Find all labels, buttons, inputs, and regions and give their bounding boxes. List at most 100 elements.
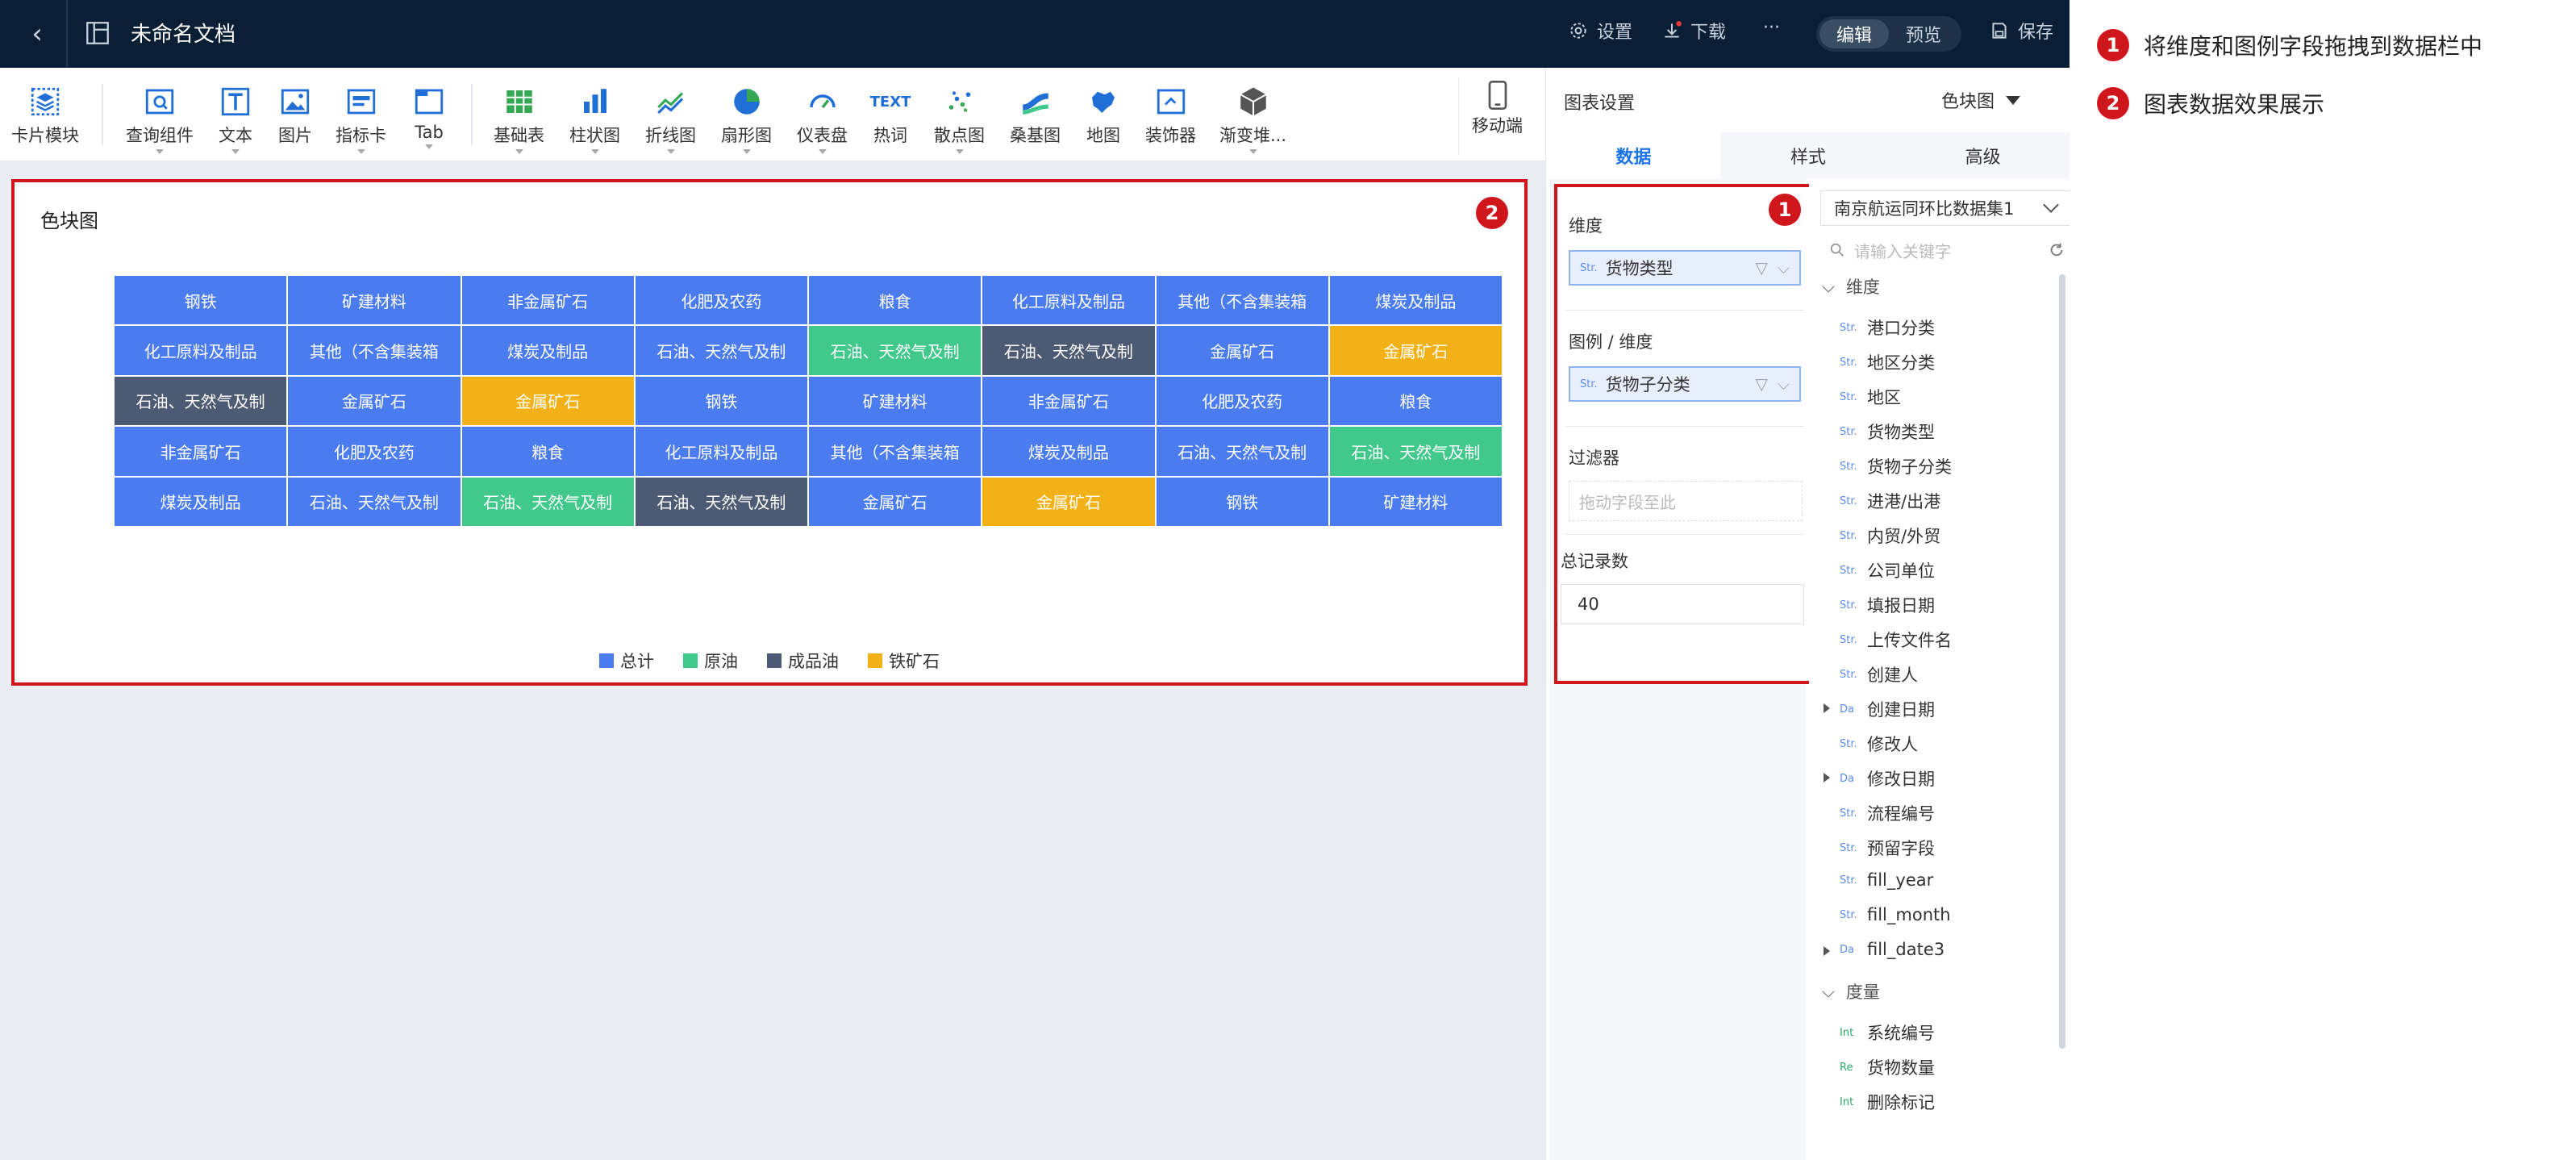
heatmap-cell[interactable]: 钢铁 <box>635 376 807 426</box>
tree-field-item[interactable]: Str. 港口分类 <box>1840 315 1935 340</box>
heatmap-cell[interactable]: 非金属矿石 <box>982 376 1155 426</box>
tool-decorator[interactable]: 装饰器 <box>1145 84 1196 147</box>
heatmap-cell[interactable]: 金属矿石 <box>288 376 461 426</box>
heatmap-cell[interactable]: 化肥及农药 <box>635 276 807 325</box>
heatmap-cell[interactable]: 其他（不含集装箱 <box>809 427 982 476</box>
tree-field-item[interactable]: Str. 修改人 <box>1840 732 1918 756</box>
tool-table[interactable]: 基础表 <box>494 84 544 154</box>
tree-field-item[interactable]: Int 删除标记 <box>1840 1090 1935 1114</box>
record-count-input[interactable]: 40 <box>1561 584 1804 624</box>
tree-group[interactable]: ⌵ 度量 <box>1822 979 1880 1004</box>
tool-text[interactable]: 文本 <box>218 84 253 154</box>
tree-field-item[interactable]: Str. fill_year <box>1840 870 1933 890</box>
expand-icon[interactable] <box>1824 946 1830 956</box>
tree-field-item[interactable]: Re 货物数量 <box>1840 1055 1935 1079</box>
more-button[interactable]: ··· <box>1763 18 1780 38</box>
tree-field-item[interactable]: Str. fill_month <box>1840 905 1951 924</box>
heatmap-cell[interactable]: 钢铁 <box>1156 477 1328 526</box>
heatmap-cell[interactable]: 石油、天然气及制 <box>635 326 807 375</box>
tree-field-item[interactable]: Str. 创建人 <box>1840 662 1918 686</box>
tree-field-item[interactable]: Da 创建日期 <box>1824 697 1935 721</box>
heatmap-cell[interactable]: 煤炭及制品 <box>982 427 1155 476</box>
heatmap-cell[interactable]: 石油、天然气及制 <box>461 477 634 526</box>
heatmap-cell[interactable]: 石油、天然气及制 <box>635 477 807 526</box>
tree-field-item[interactable]: Da fill_date3 <box>1824 940 1945 959</box>
heatmap-cell[interactable]: 石油、天然气及制 <box>1329 427 1502 476</box>
mode-preview[interactable]: 预览 <box>1889 19 1958 48</box>
heatmap-cell[interactable]: 粮食 <box>809 276 982 325</box>
filter-icon[interactable]: ▽ <box>1755 374 1767 394</box>
legend-field-pill[interactable]: Str. 货物子分类 ▽ ⌵ <box>1569 366 1801 402</box>
expand-icon[interactable] <box>1824 773 1830 782</box>
mobile-button[interactable]: 移动端 <box>1458 77 1529 155</box>
tree-field-item[interactable]: Str. 货物子分类 <box>1840 454 1952 478</box>
tool-scatter[interactable]: 散点图 <box>934 84 985 154</box>
document-title[interactable]: 未命名文档 <box>131 18 236 48</box>
tree-field-item[interactable]: Str. 进港/出港 <box>1840 489 1940 513</box>
tool-image[interactable]: 图片 <box>277 84 313 147</box>
tree-field-item[interactable]: Int 系统编号 <box>1840 1020 1935 1045</box>
chart-type-select[interactable]: 色块图 <box>1941 87 2021 113</box>
tool-tab[interactable]: Tab <box>411 84 447 149</box>
tree-field-item[interactable]: Str. 填报日期 <box>1840 593 1935 617</box>
heatmap-cell[interactable]: 煤炭及制品 <box>461 326 634 375</box>
dimension-field-pill[interactable]: Str. 货物类型 ▽ ⌵ <box>1569 250 1801 286</box>
tool-gauge[interactable]: 仪表盘 <box>797 84 848 154</box>
back-icon[interactable]: ‹ <box>18 15 56 53</box>
dataset-select[interactable]: 南京航运同环比数据集1 <box>1820 190 2070 226</box>
tree-field-item[interactable]: Str. 流程编号 <box>1840 801 1935 825</box>
tab-style[interactable]: 样式 <box>1720 132 1896 179</box>
mode-toggle[interactable]: 编辑 预览 <box>1816 16 1961 52</box>
tool-pie-chart[interactable]: 扇形图 <box>721 84 772 154</box>
heatmap-chart-card[interactable]: 色块图 2 钢铁 矿建材料 非金属矿石 化肥及农药 粮食 化工原料及制品 其他（不含集装箱煤… <box>11 179 1528 686</box>
tool-kpi[interactable]: 指标卡 <box>336 84 386 154</box>
tool-bar-chart[interactable]: 柱状图 <box>569 84 620 154</box>
expand-icon[interactable] <box>1824 703 1830 713</box>
tree-field-item[interactable]: Str. 上传文件名 <box>1840 628 1952 652</box>
heatmap-cell[interactable]: 化肥及农药 <box>1156 376 1328 426</box>
tool-map[interactable]: 地图 <box>1086 84 1121 147</box>
heatmap-cell[interactable]: 煤炭及制品 <box>115 477 287 526</box>
save-button[interactable]: 保存 <box>1989 18 2053 44</box>
heatmap-cell[interactable]: 化工原料及制品 <box>115 326 287 375</box>
heatmap-cell[interactable]: 化工原料及制品 <box>982 276 1155 325</box>
heatmap-cell[interactable]: 化肥及农药 <box>288 427 461 476</box>
heatmap-cell[interactable]: 金属矿石 <box>982 477 1155 526</box>
heatmap-cell[interactable]: 化工原料及制品 <box>635 427 807 476</box>
heatmap-cell[interactable]: 其他（不含集装箱 <box>1156 276 1328 325</box>
tab-advanced[interactable]: 高级 <box>1895 132 2070 179</box>
heatmap-cell[interactable]: 石油、天然气及制 <box>982 326 1155 375</box>
tool-card-module[interactable]: 卡片模块 <box>11 84 79 147</box>
mode-edit[interactable]: 编辑 <box>1819 19 1889 48</box>
download-button[interactable]: 下载 <box>1661 18 1726 44</box>
tool-line-chart[interactable]: 折线图 <box>645 84 696 154</box>
heatmap-cell[interactable]: 金属矿石 <box>1156 326 1328 375</box>
legend-item[interactable]: 成品油 <box>767 649 839 673</box>
tree-field-item[interactable]: Str. 公司单位 <box>1840 558 1935 582</box>
heatmap-cell[interactable]: 矿建材料 <box>1329 477 1502 526</box>
heatmap-cell[interactable]: 石油、天然气及制 <box>288 477 461 526</box>
refresh-icon[interactable] <box>2048 241 2065 259</box>
filter-icon[interactable]: ▽ <box>1755 258 1767 277</box>
settings-button[interactable]: 设置 <box>1568 18 1632 44</box>
legend-item[interactable]: 铁矿石 <box>868 649 940 673</box>
heatmap-cell[interactable]: 矿建材料 <box>288 276 461 325</box>
chevron-down-icon[interactable]: ⌵ <box>1778 258 1790 277</box>
heatmap-cell[interactable]: 金属矿石 <box>1329 326 1502 375</box>
tool-wordcloud[interactable]: TEXT 热词 <box>870 84 911 147</box>
tool-query[interactable]: 查询组件 <box>126 84 194 154</box>
heatmap-cell[interactable]: 石油、天然气及制 <box>809 326 982 375</box>
tree-field-item[interactable]: Str. 内贸/外贸 <box>1840 524 1940 548</box>
tree-field-item[interactable]: Str. 货物类型 <box>1840 419 1935 444</box>
tab-data[interactable]: 数据 <box>1546 132 1721 179</box>
heatmap-cell[interactable]: 石油、天然气及制 <box>115 376 287 426</box>
heatmap-cell[interactable]: 石油、天然气及制 <box>1156 427 1328 476</box>
heatmap-cell[interactable]: 矿建材料 <box>809 376 982 426</box>
heatmap-cell[interactable]: 非金属矿石 <box>461 276 634 325</box>
tree-field-item[interactable]: Da 修改日期 <box>1824 766 1935 791</box>
tree-field-item[interactable]: Str. 地区 <box>1840 385 1901 409</box>
tree-group[interactable]: ⌵ 维度 <box>1822 274 1880 298</box>
tool-gradient[interactable]: 渐变堆... <box>1219 84 1286 154</box>
heatmap-cell[interactable]: 其他（不含集装箱 <box>288 326 461 375</box>
heatmap-cell[interactable]: 粮食 <box>1329 376 1502 426</box>
